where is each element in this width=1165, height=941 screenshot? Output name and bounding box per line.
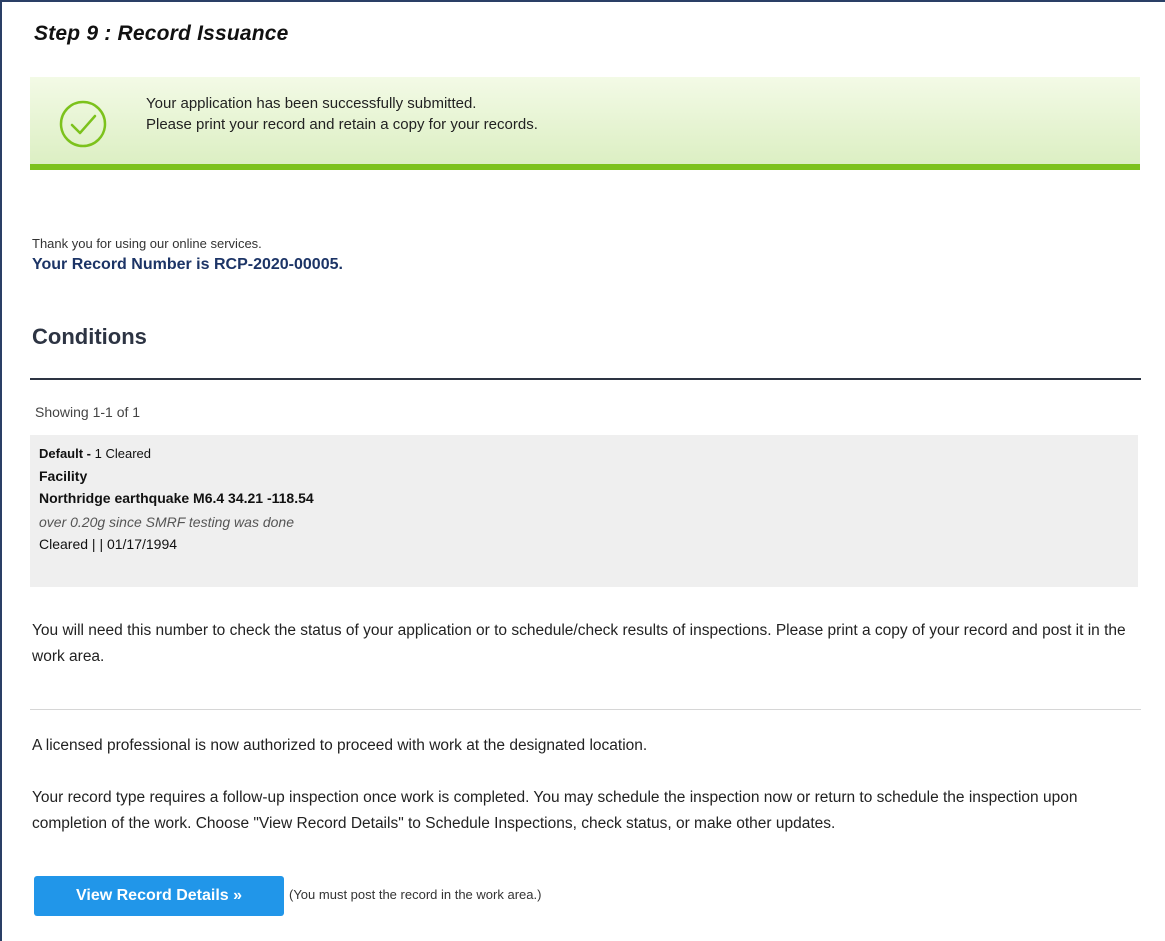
success-banner: Your application has been successfully s… bbox=[30, 77, 1140, 170]
step-title: Step 9 : Record Issuance bbox=[34, 22, 289, 45]
notice-text: You will need this number to check the s… bbox=[32, 622, 1126, 665]
conditions-divider bbox=[30, 378, 1141, 380]
authorized-text: A licensed professional is now authorize… bbox=[32, 737, 648, 754]
success-message: Your application has been successfully s… bbox=[146, 93, 538, 135]
condition-description: over 0.20g since SMRF testing was done bbox=[39, 514, 294, 530]
condition-item: Default - 1 Cleared Facility Northridge … bbox=[30, 435, 1138, 587]
condition-name: Northridge earthquake M6.4 34.21 -118.54 bbox=[39, 490, 314, 506]
conditions-heading: Conditions bbox=[32, 324, 147, 349]
condition-group: Facility bbox=[39, 468, 88, 484]
view-record-details-button[interactable]: View Record Details » bbox=[34, 876, 284, 916]
success-line-2: Please print your record and retain a co… bbox=[146, 116, 538, 133]
success-line-1: Your application has been successfully s… bbox=[146, 95, 477, 112]
condition-default-status: 1 Cleared bbox=[94, 446, 151, 461]
pagination-summary: Showing 1-1 of 1 bbox=[35, 404, 141, 420]
condition-default: Default - 1 Cleared bbox=[39, 446, 151, 461]
section-divider bbox=[30, 709, 1141, 710]
condition-status: Cleared | | 01/17/1994 bbox=[39, 536, 178, 552]
page-frame: Step 9 : Record Issuance Your applicatio… bbox=[0, 0, 1165, 941]
thank-you-text: Thank you for using our online services. bbox=[32, 236, 262, 251]
condition-default-label: Default - bbox=[39, 446, 95, 461]
check-circle-icon bbox=[59, 100, 107, 148]
followup-text: Your record type requires a follow-up in… bbox=[32, 789, 1078, 832]
button-note: (You must post the record in the work ar… bbox=[289, 887, 542, 902]
record-number: Your Record Number is RCP-2020-00005. bbox=[32, 256, 343, 273]
